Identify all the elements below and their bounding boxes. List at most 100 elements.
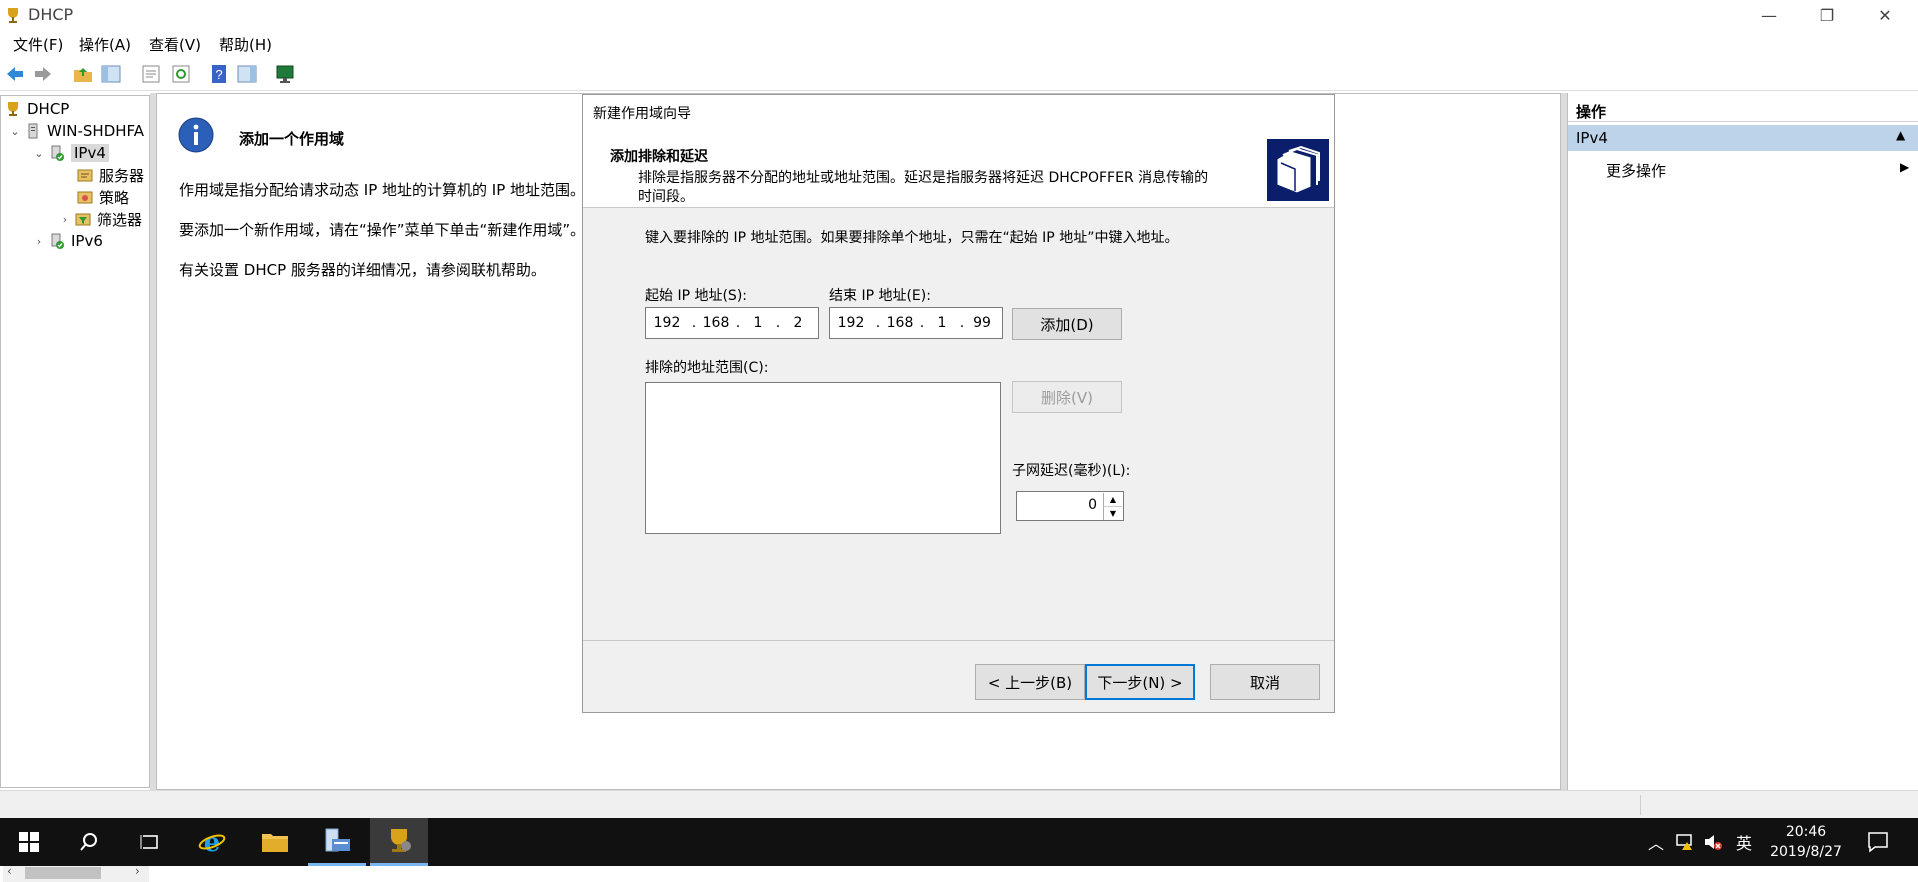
up-folder-icon[interactable] (72, 63, 94, 85)
menu-bar: 文件(F) 操作(A) 查看(V) 帮助(H) (0, 30, 1918, 56)
excluded-range-list[interactable] (645, 382, 1001, 534)
remove-button[interactable]: 删除(V) (1012, 381, 1122, 413)
tree-item-policies[interactable]: 策略 (77, 186, 129, 208)
search-button[interactable] (60, 818, 118, 866)
show-hide-action-pane-icon[interactable] (236, 63, 258, 85)
wizard-instruction: 键入要排除的 IP 地址范围。如果要排除单个地址，只需在“起始 IP 地址”中键… (645, 230, 1179, 246)
more-actions-label: 更多操作 (1606, 162, 1667, 180)
file-explorer-button[interactable] (246, 818, 304, 866)
status-divider (1640, 795, 1641, 815)
menu-view[interactable]: 查看(V) (149, 34, 201, 55)
speaker-muted-icon[interactable] (1703, 832, 1723, 852)
more-actions-item[interactable]: 更多操作 ▶ (1568, 155, 1918, 181)
next-button[interactable]: 下一步(N) > (1085, 664, 1195, 700)
collapse-arrow-icon[interactable]: ▲ (1896, 128, 1905, 142)
end-ip-octet-1[interactable]: 192 (830, 315, 872, 331)
center-paragraph-1: 作用域是指分配给请求动态 IP 地址的计算机的 IP 地址范围。你 (179, 181, 599, 199)
tree-item-filters[interactable]: › 筛选器 (59, 208, 142, 230)
wizard-footer-divider (583, 640, 1334, 641)
subnet-delay-spinner[interactable]: 0 ▲ ▼ (1016, 491, 1124, 521)
ipv6-icon (51, 233, 64, 249)
end-ip-octet-4[interactable]: 99 (968, 315, 996, 331)
dhcp-app-icon (8, 8, 18, 23)
menu-help[interactable]: 帮助(H) (219, 34, 272, 55)
subnet-delay-value[interactable]: 0 (1088, 497, 1097, 513)
ip-dot: . (875, 315, 881, 331)
chevron-right-icon[interactable]: › (33, 235, 45, 248)
back-button[interactable]: < 上一步(B) (975, 664, 1085, 700)
clock-time: 20:46 (1785, 824, 1827, 840)
notification-icon[interactable] (1866, 830, 1890, 854)
clock[interactable]: 20:46 2019/8/27 (1770, 822, 1842, 862)
actions-header: 操作 (1568, 97, 1918, 122)
monitor-icon[interactable] (274, 63, 296, 85)
filters-icon (75, 213, 91, 226)
end-ip-octet-2[interactable]: 168 (884, 315, 916, 331)
info-icon (178, 117, 214, 153)
start-ip-octet-1[interactable]: 192 (646, 315, 688, 331)
chevron-right-icon[interactable]: › (59, 213, 71, 226)
policies-icon (77, 191, 93, 204)
task-view-button[interactable] (120, 818, 178, 866)
spin-up-icon[interactable]: ▲ (1103, 493, 1122, 506)
minimize-button[interactable]: — (1746, 0, 1792, 30)
server-options-icon (77, 169, 93, 182)
show-hide-tree-icon[interactable] (100, 63, 122, 85)
wizard-heading: 添加排除和延迟 (610, 149, 708, 165)
start-ip-input[interactable]: 192. 168. 1. 2 (645, 307, 819, 339)
actions-header-label: 操作 (1576, 103, 1607, 121)
svg-text:e: e (204, 828, 221, 857)
tree-item-server-options[interactable]: 服务器 (77, 164, 144, 186)
back-arrow-icon[interactable] (4, 63, 26, 85)
chevron-down-icon[interactable]: ⌄ (33, 147, 45, 160)
tree-item-ipv6[interactable]: › IPv6 (33, 230, 103, 252)
start-ip-octet-4[interactable]: 2 (784, 315, 812, 331)
start-button[interactable] (0, 818, 58, 866)
ime-indicator[interactable]: 英 (1736, 830, 1752, 854)
internet-explorer-icon: e (198, 828, 226, 857)
submenu-arrow-icon: ▶ (1900, 160, 1910, 174)
ipv4-icon (51, 145, 64, 161)
dhcp-trophy-icon (391, 828, 411, 852)
wizard-header: 新建作用域向导 添加排除和延迟 排除是指服务器不分配的地址或地址范围。延迟是指服… (583, 95, 1334, 208)
chevron-down-icon[interactable]: ⌄ (9, 125, 21, 138)
actions-section-ipv4[interactable]: IPv4 ▲ (1568, 125, 1918, 151)
windows-logo-icon (19, 832, 39, 852)
cancel-button[interactable]: 取消 (1210, 664, 1320, 700)
tree-item-dhcp[interactable]: DHCP (5, 98, 69, 120)
scroll-right-icon[interactable]: › (135, 864, 140, 878)
forward-arrow-icon[interactable] (32, 63, 54, 85)
close-button[interactable]: ✕ (1862, 0, 1908, 30)
show-hidden-icons[interactable]: ︿ (1648, 830, 1664, 854)
tree-label-ipv6: IPv6 (71, 232, 103, 250)
subnet-delay-label: 子网延迟(毫秒)(L): (1012, 463, 1131, 479)
status-bar (0, 790, 1918, 819)
network-warning-icon[interactable] (1675, 832, 1695, 852)
start-ip-octet-3[interactable]: 1 (744, 315, 772, 331)
task-view-icon (139, 834, 158, 850)
restore-button[interactable]: ❐ (1804, 0, 1850, 30)
ip-dot: . (959, 315, 965, 331)
tree-label-dhcp: DHCP (27, 100, 70, 118)
spin-down-icon[interactable]: ▼ (1103, 506, 1122, 520)
add-button[interactable]: 添加(D) (1012, 308, 1122, 340)
start-ip-octet-2[interactable]: 168 (700, 315, 732, 331)
end-ip-input[interactable]: 192. 168. 1. 99 (829, 307, 1003, 339)
menu-file[interactable]: 文件(F) (13, 34, 63, 55)
search-icon (80, 833, 97, 851)
tree-item-server[interactable]: ⌄ WIN-SHDHFA (9, 120, 144, 142)
scroll-thumb[interactable] (25, 867, 101, 879)
internet-explorer-button[interactable]: e (183, 818, 241, 866)
end-ip-octet-3[interactable]: 1 (928, 315, 956, 331)
server-manager-button[interactable] (308, 818, 366, 866)
properties-icon[interactable] (140, 63, 162, 85)
help-icon[interactable]: ? (208, 63, 230, 85)
tree-item-ipv4[interactable]: ⌄ IPv4 (33, 142, 109, 164)
menu-action[interactable]: 操作(A) (79, 34, 131, 55)
dhcp-taskbar-button[interactable] (370, 818, 428, 866)
refresh-icon[interactable] (170, 63, 192, 85)
server-icon (28, 123, 38, 139)
wizard-description-2: 时间段。 (638, 189, 694, 205)
scroll-left-icon[interactable]: ‹ (7, 864, 12, 878)
wizard-folders-icon (1267, 139, 1329, 201)
